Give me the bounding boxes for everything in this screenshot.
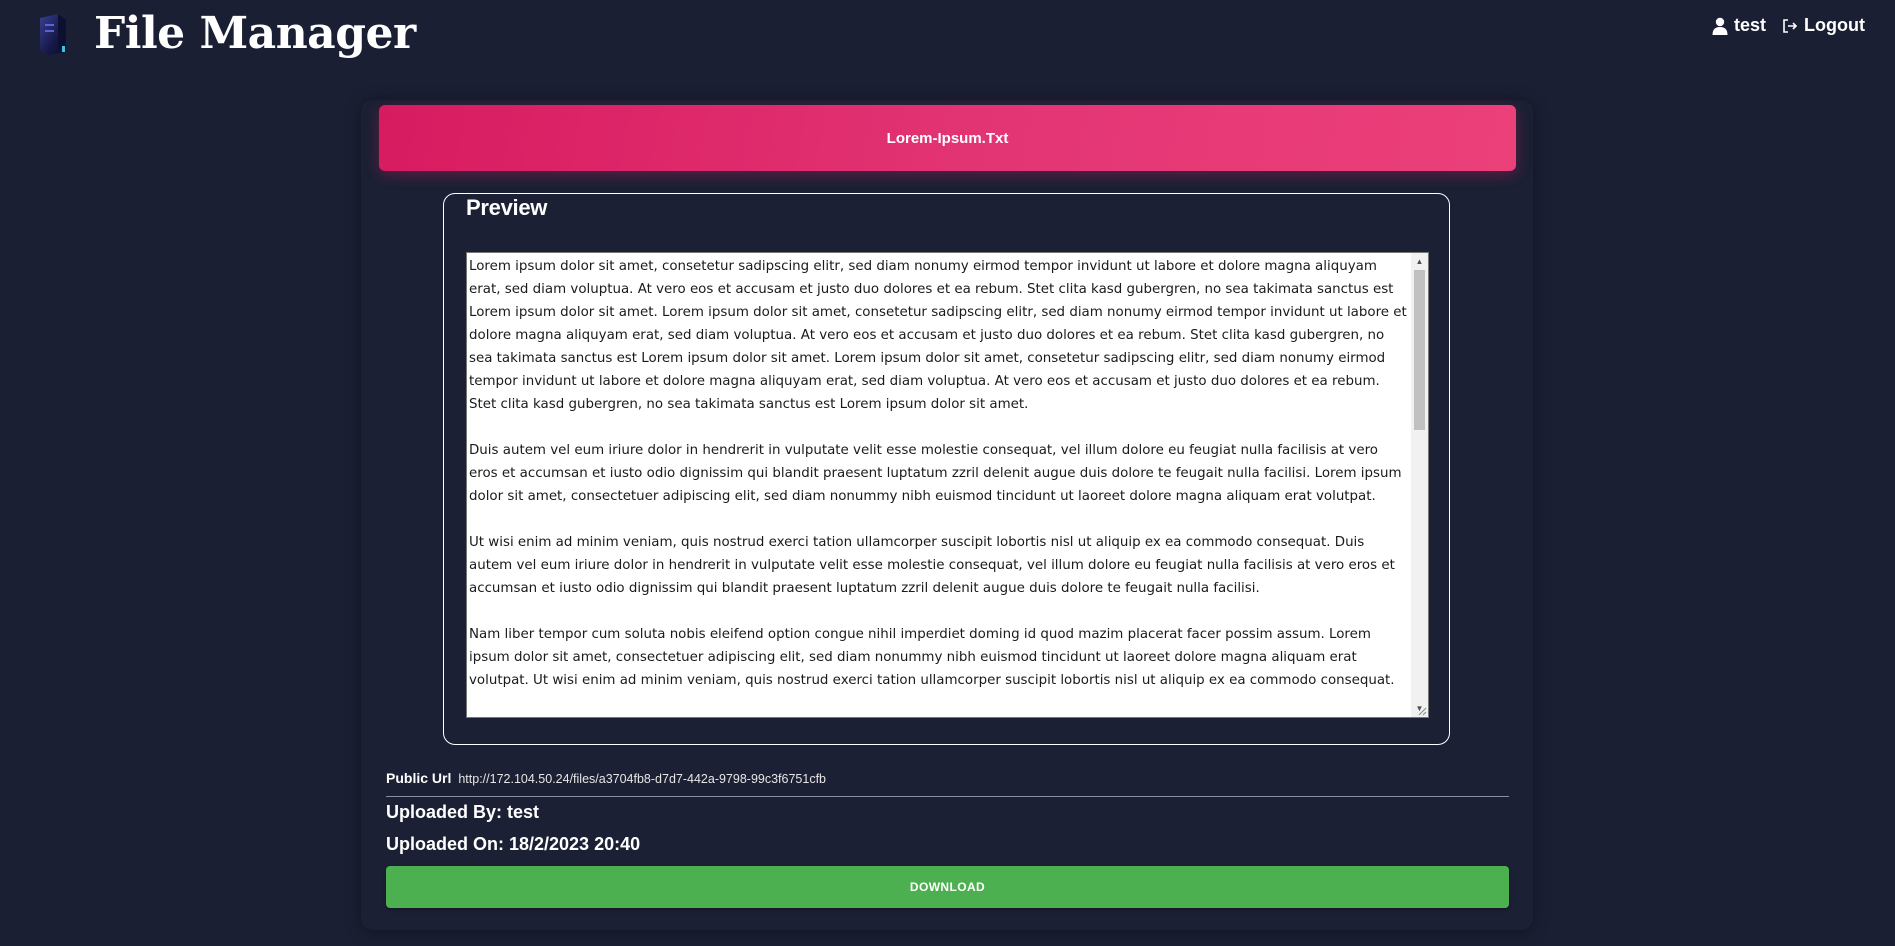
download-button-label: DOWNLOAD <box>909 880 986 894</box>
scrollbar-thumb[interactable] <box>1414 270 1425 430</box>
user-nav: test Logout <box>1696 15 1865 36</box>
preview-legend: Preview <box>466 195 548 220</box>
uploaded-on: Uploaded On: 18/2/2023 20:40 <box>386 834 641 854</box>
app-title: File Manager <box>94 8 416 59</box>
preview-scrollbar[interactable]: ▲ ▼ <box>1411 253 1428 717</box>
username-label: test <box>1734 15 1767 35</box>
resize-grip-icon[interactable] <box>1415 704 1427 716</box>
divider <box>386 796 1509 797</box>
logout-label: Logout <box>1804 15 1865 35</box>
scroll-up-arrow-icon[interactable]: ▲ <box>1411 253 1428 270</box>
brand[interactable]: File Manager <box>36 8 416 59</box>
download-button[interactable]: DOWNLOAD <box>386 866 1509 908</box>
public-url-label: Public Url <box>386 770 452 786</box>
file-name: Lorem-Ipsum.Txt <box>886 129 1009 147</box>
preview-textarea[interactable]: Lorem ipsum dolor sit amet, consetetur s… <box>466 252 1429 718</box>
top-navbar: File Manager test Logout <box>0 0 1895 66</box>
user-icon <box>1712 17 1728 35</box>
preview-content: Lorem ipsum dolor sit amet, consetetur s… <box>469 259 1407 688</box>
server-icon <box>40 13 66 55</box>
public-url-row: Public Url http://172.104.50.24/files/a3… <box>386 770 826 786</box>
user-profile-link[interactable]: test <box>1712 15 1766 36</box>
file-name-header: Lorem-Ipsum.Txt <box>379 105 1516 171</box>
uploaded-by: Uploaded By: test <box>386 802 540 822</box>
logout-link[interactable]: Logout <box>1782 15 1865 36</box>
public-url-link[interactable]: http://172.104.50.24/files/a3704fb8-d7d7… <box>458 772 826 786</box>
sign-out-icon <box>1783 18 1798 33</box>
